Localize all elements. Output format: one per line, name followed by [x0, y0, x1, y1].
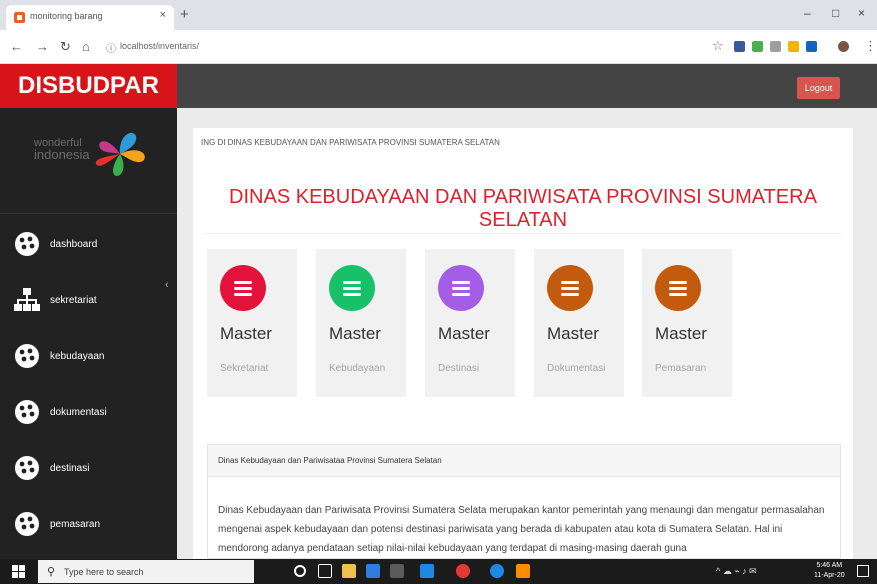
- card-master-kebudayaan[interactable]: Master Kebudayaan: [316, 249, 406, 397]
- sidebar: DISBUDPAR wonderful indonesia ‹ dashboar…: [0, 64, 177, 559]
- sidebar-item-label: sekretariat: [50, 295, 97, 306]
- xampp-icon[interactable]: [516, 564, 530, 578]
- sidebar-item-label: pemasaran: [50, 519, 101, 530]
- notification-icon[interactable]: [857, 565, 869, 577]
- logo-text-line-2: indonesia: [34, 147, 90, 162]
- card-title: Master: [438, 324, 490, 343]
- new-tab-button[interactable]: +: [180, 6, 189, 23]
- card-title: Master: [220, 324, 272, 343]
- back-icon[interactable]: ←: [10, 39, 23, 54]
- cortana-icon[interactable]: [294, 565, 306, 577]
- wonderful-indonesia-logo: wonderful indonesia: [34, 138, 90, 162]
- logo-mark-icon: [95, 132, 145, 176]
- content-panel: ING DI DINAS KEBUDAYAAN DAN PARIWISATA P…: [193, 128, 853, 559]
- brand-name: DISBUDPAR: [18, 72, 159, 99]
- url-input[interactable]: localhost/inventaris/: [120, 41, 199, 51]
- browser-tab[interactable]: monitoring barang ×: [6, 5, 174, 30]
- extension-icon[interactable]: [734, 41, 745, 52]
- task-view-icon[interactable]: [318, 564, 332, 578]
- gear-icon: [15, 344, 39, 368]
- card-master-dokumentasi[interactable]: Master Dokumentasi: [534, 249, 624, 397]
- sidebar-item-label: dokumentasi: [50, 407, 107, 418]
- sitemap-icon: [14, 288, 40, 311]
- brand-header: DISBUDPAR: [0, 64, 177, 108]
- menu-list-icon: [220, 265, 266, 311]
- sidebar-item-label: dashboard: [50, 239, 98, 250]
- app-icon[interactable]: [390, 564, 404, 578]
- extension-icon[interactable]: [788, 41, 799, 52]
- card-title: Master: [655, 324, 707, 343]
- clock-date: 11-Apr-20: [814, 572, 845, 579]
- info-panel: Dinas Kebudayaan dan Pariwisataa Provins…: [207, 444, 841, 559]
- extension-icon[interactable]: [806, 41, 817, 52]
- vscode-icon[interactable]: [420, 564, 434, 578]
- browser-icon[interactable]: [490, 564, 504, 578]
- home-icon[interactable]: ⌂: [82, 39, 90, 54]
- os-taskbar: ⚲ Type here to search ^ ☁ ⌁ ♪ ✉ 5:46 AM …: [0, 559, 877, 584]
- sidebar-item-pemasaran[interactable]: pemasaran: [0, 499, 177, 555]
- tab-close-button[interactable]: ×: [160, 9, 166, 21]
- menu-list-icon: [438, 265, 484, 311]
- profile-avatar[interactable]: [838, 41, 849, 52]
- card-title: Master: [547, 324, 599, 343]
- store-icon[interactable]: [366, 564, 380, 578]
- taskbar-clock[interactable]: 5:46 AM 11-Apr-20: [814, 561, 845, 581]
- taskbar-search-placeholder: Type here to search: [64, 567, 144, 577]
- marquee-text: ING DI DINAS KEBUDAYAAN DAN PARIWISATA P…: [201, 138, 500, 147]
- sidebar-item-label: kebudayaan: [50, 351, 105, 362]
- minimize-button[interactable]: –: [804, 6, 811, 20]
- favicon-icon: [14, 12, 25, 23]
- info-panel-body: Dinas Kebudayaan dan Pariwisata Provinsi…: [218, 505, 825, 554]
- card-subtitle: Pemasaran: [655, 363, 707, 374]
- info-panel-title: Dinas Kebudayaan dan Pariwisataa Provins…: [218, 456, 442, 465]
- system-tray-icons[interactable]: ^ ☁ ⌁ ♪ ✉: [716, 566, 757, 577]
- tab-title: monitoring barang: [30, 11, 103, 21]
- card-master-destinasi[interactable]: Master Destinasi: [425, 249, 515, 397]
- card-subtitle: Sekretariat: [220, 363, 269, 374]
- bookmark-star-icon[interactable]: ☆: [712, 38, 724, 54]
- taskbar-search[interactable]: ⚲ Type here to search: [38, 560, 254, 583]
- card-subtitle: Destinasi: [438, 363, 480, 374]
- sidebar-item-dashboard[interactable]: dashboard: [0, 219, 177, 275]
- sidebar-item-sekretariat[interactable]: sekretariat: [0, 275, 177, 331]
- card-subtitle: Kebudayaan: [329, 363, 386, 374]
- browser-menu-icon[interactable]: ⋮: [864, 38, 877, 54]
- gear-icon: [15, 400, 39, 424]
- info-icon[interactable]: ⓘ: [106, 40, 116, 55]
- address-bar: ← → ↻ ⌂ ⓘ localhost/inventaris/ ☆ ⋮: [0, 30, 877, 64]
- extension-icon[interactable]: [752, 41, 763, 52]
- chrome-icon[interactable]: [456, 564, 470, 578]
- menu-list-icon: [655, 265, 701, 311]
- menu-list-icon: [547, 265, 593, 311]
- file-explorer-icon[interactable]: [342, 564, 356, 578]
- windows-start-icon[interactable]: [12, 565, 25, 578]
- forward-icon[interactable]: →: [36, 39, 49, 54]
- info-panel-header: Dinas Kebudayaan dan Pariwisataa Provins…: [208, 445, 840, 477]
- main-content: ING DI DINAS KEBUDAYAAN DAN PARIWISATA P…: [177, 108, 877, 559]
- card-master-pemasaran[interactable]: Master Pemasaran: [642, 249, 732, 397]
- maximize-button[interactable]: □: [832, 6, 839, 20]
- gear-icon: [15, 512, 39, 536]
- extension-icon[interactable]: [770, 41, 781, 52]
- sidebar-item-kebudayaan[interactable]: kebudayaan: [0, 331, 177, 387]
- card-subtitle: Dokumentasi: [547, 363, 606, 374]
- gear-icon: [15, 232, 39, 256]
- sidebar-item-dokumentasi[interactable]: dokumentasi: [0, 387, 177, 443]
- logout-button[interactable]: Logout: [797, 77, 840, 99]
- sidebar-item-label: destinasi: [50, 463, 90, 474]
- reload-icon[interactable]: ↻: [60, 39, 71, 55]
- logo-area: wonderful indonesia: [0, 108, 177, 214]
- sidebar-item-destinasi[interactable]: destinasi: [0, 443, 177, 499]
- browser-tab-bar: monitoring barang × + – □ ×: [0, 0, 877, 30]
- clock-time: 5:46 AM: [816, 562, 843, 569]
- page-title: DINAS KEBUDAYAAN DAN PARIWISATA PROVINSI…: [229, 186, 817, 231]
- card-title: Master: [329, 324, 381, 343]
- top-navbar: Logout: [177, 64, 877, 108]
- divider: [205, 233, 841, 234]
- menu-list-icon: [329, 265, 375, 311]
- gear-icon: [15, 456, 39, 480]
- card-master-sekretariat[interactable]: Master Sekretariat: [207, 249, 297, 397]
- close-window-button[interactable]: ×: [858, 6, 865, 20]
- search-icon: ⚲: [47, 566, 56, 578]
